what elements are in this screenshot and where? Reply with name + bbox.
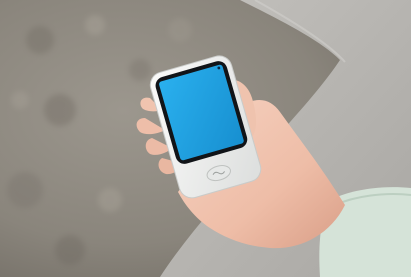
photo-scene <box>0 0 411 277</box>
photo <box>0 0 411 277</box>
